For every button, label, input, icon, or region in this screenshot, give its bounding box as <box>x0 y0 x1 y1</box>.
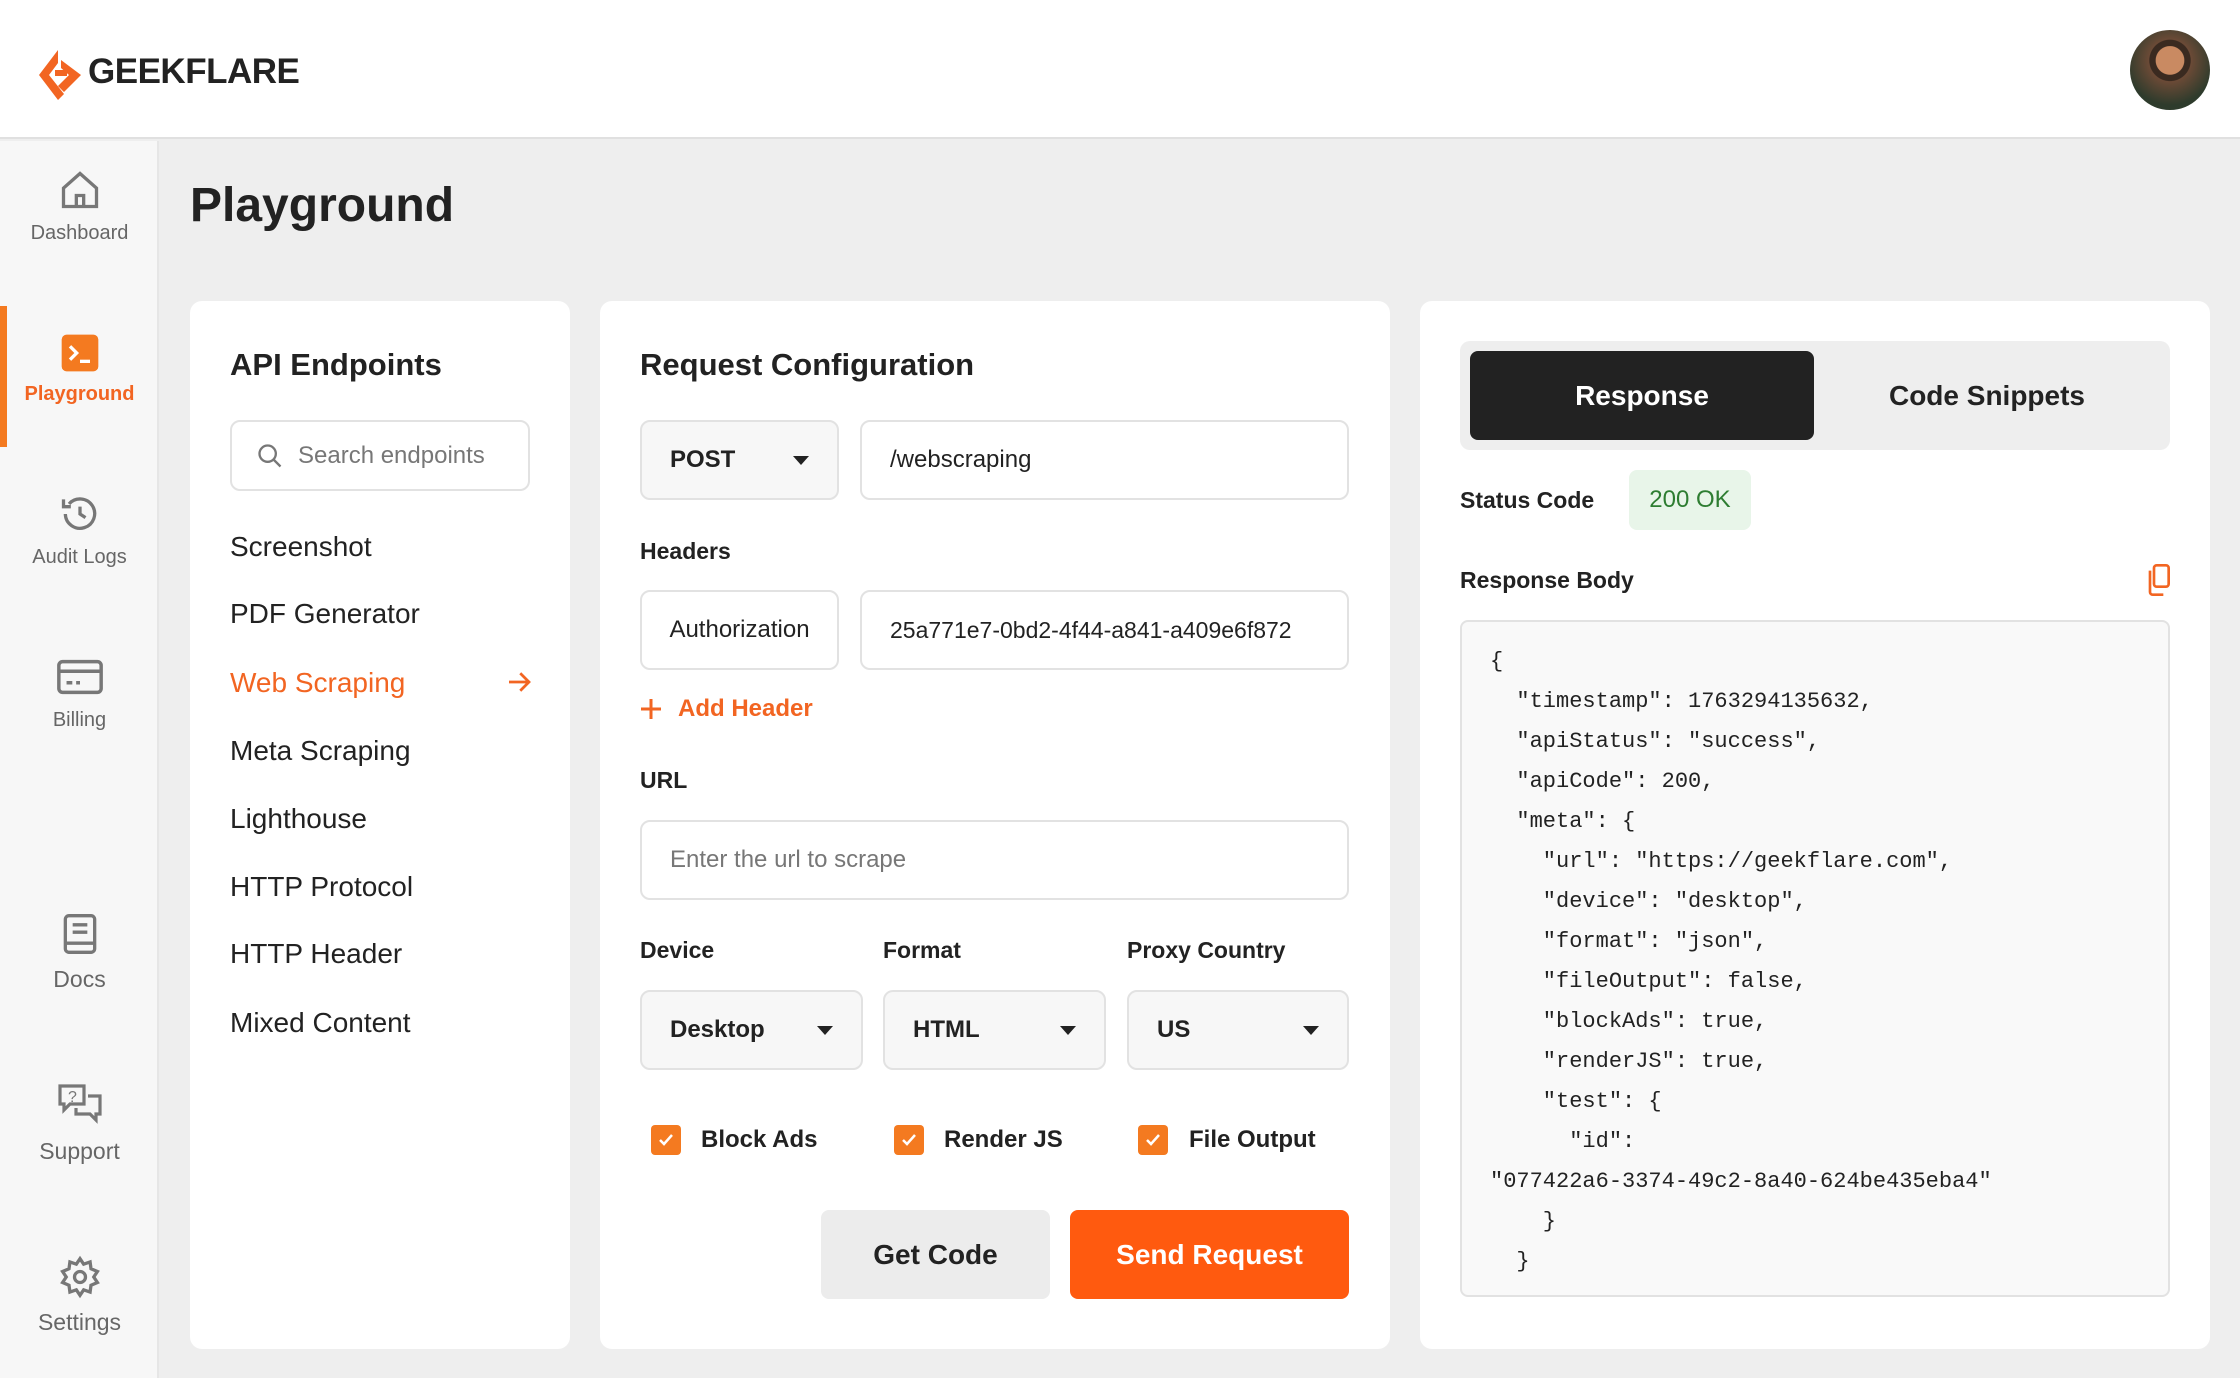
sidebar-item-label: Audit Logs <box>32 546 127 568</box>
proxy-label: Proxy Country <box>1127 937 1285 964</box>
method-select[interactable]: POST <box>640 420 839 500</box>
status-code-label: Status Code <box>1460 487 1594 514</box>
endpoint-item[interactable]: PDF Generator <box>230 598 420 630</box>
sidebar-item-billing[interactable]: Billing <box>0 655 159 732</box>
device-value: Desktop <box>670 1016 765 1044</box>
header-key-input[interactable]: Authorization <box>640 590 839 670</box>
response-body-code: { "timestamp": 1763294135632, "apiStatus… <box>1490 642 2168 1282</box>
sidebar-item-support[interactable]: ? Support <box>0 1080 159 1165</box>
search-placeholder: Search endpoints <box>298 442 485 470</box>
brand-name[interactable]: GEEKFLARE <box>88 52 299 92</box>
path-value: /webscraping <box>890 446 1031 474</box>
sidebar-item-dashboard[interactable]: Dashboard <box>0 168 159 245</box>
sidebar-item-settings[interactable]: Settings <box>0 1255 159 1336</box>
format-label: Format <box>883 937 961 964</box>
sidebar-item-playground[interactable]: Playground <box>0 333 159 406</box>
add-header-label: Add Header <box>678 695 813 723</box>
top-bar: GEEKFLARE <box>0 0 2240 139</box>
response-body-box: { "timestamp": 1763294135632, "apiStatus… <box>1460 620 2170 1297</box>
header-value: 25a771e7-0bd2-4f44-a841-a409e6f872 <box>890 617 1292 644</box>
endpoints-title: API Endpoints <box>230 347 442 383</box>
endpoint-item[interactable]: Mixed Content <box>230 1007 411 1039</box>
user-avatar[interactable] <box>2130 30 2210 110</box>
sidebar-item-docs[interactable]: Docs <box>0 912 159 993</box>
format-value: HTML <box>913 1016 980 1044</box>
render-js-checkbox[interactable] <box>894 1125 924 1155</box>
check-icon <box>1143 1130 1163 1150</box>
file-output-checkbox[interactable] <box>1138 1125 1168 1155</box>
chat-help-icon: ? <box>56 1080 104 1128</box>
endpoint-item-active[interactable]: Web Scraping <box>230 667 405 699</box>
proxy-value: US <box>1157 1016 1190 1044</box>
get-code-button[interactable]: Get Code <box>821 1210 1050 1299</box>
sidebar-item-label: Support <box>39 1138 120 1164</box>
chevron-down-icon <box>1303 1026 1319 1035</box>
endpoint-item[interactable]: HTTP Protocol <box>230 871 413 903</box>
geekflare-logo-icon <box>31 48 85 102</box>
sidebar-item-label: Docs <box>53 966 105 992</box>
url-label: URL <box>640 767 687 794</box>
block-ads-label: Block Ads <box>701 1126 817 1154</box>
tab-response[interactable]: Response <box>1470 351 1814 440</box>
terminal-icon <box>60 333 100 373</box>
format-select[interactable]: HTML <box>883 990 1106 1070</box>
endpoints-card: API Endpoints Search endpoints Screensho… <box>190 301 570 1349</box>
header-key-value: Authorization <box>669 616 809 644</box>
plus-icon <box>640 698 662 720</box>
add-header-button[interactable]: Add Header <box>640 695 813 723</box>
check-icon <box>656 1130 676 1150</box>
header-value-input[interactable]: 25a771e7-0bd2-4f44-a841-a409e6f872 <box>860 590 1349 670</box>
tab-code-snippets[interactable]: Code Snippets <box>1814 351 2160 440</box>
copy-icon[interactable] <box>2144 564 2172 596</box>
endpoint-item[interactable]: Meta Scraping <box>230 735 411 767</box>
request-title: Request Configuration <box>640 347 974 383</box>
response-card: Response Code Snippets Status Code 200 O… <box>1420 301 2210 1349</box>
response-body-label: Response Body <box>1460 567 1634 594</box>
chevron-down-icon <box>817 1026 833 1035</box>
method-value: POST <box>670 446 735 474</box>
headers-label: Headers <box>640 538 731 565</box>
file-output-label: File Output <box>1189 1126 1316 1154</box>
render-js-label: Render JS <box>944 1126 1063 1154</box>
sidebar-item-label: Billing <box>53 709 106 731</box>
sidebar-item-label: Playground <box>24 383 134 405</box>
check-icon <box>899 1130 919 1150</box>
request-card: Request Configuration POST /webscraping … <box>600 301 1390 1349</box>
block-ads-checkbox[interactable] <box>651 1125 681 1155</box>
response-tabs: Response Code Snippets <box>1460 341 2170 450</box>
path-input[interactable]: /webscraping <box>860 420 1349 500</box>
endpoint-item[interactable]: Screenshot <box>230 531 372 563</box>
chevron-down-icon <box>793 456 809 465</box>
status-badge: 200 OK <box>1629 470 1751 530</box>
send-request-button[interactable]: Send Request <box>1070 1210 1349 1299</box>
sidebar-item-audit-logs[interactable]: Audit Logs <box>0 492 159 569</box>
url-input[interactable]: Enter the url to scrape <box>640 820 1349 900</box>
endpoint-item[interactable]: Lighthouse <box>230 803 367 835</box>
credit-card-icon <box>55 655 105 699</box>
svg-text:?: ? <box>68 1089 77 1106</box>
device-label: Device <box>640 937 714 964</box>
chevron-down-icon <box>1060 1026 1076 1035</box>
gear-icon <box>58 1255 102 1299</box>
arrow-right-icon <box>504 667 534 697</box>
page-title: Playground <box>190 178 454 233</box>
search-icon <box>256 442 284 470</box>
url-placeholder: Enter the url to scrape <box>670 846 906 874</box>
home-icon <box>58 168 102 212</box>
history-icon <box>58 492 102 536</box>
document-icon <box>58 912 102 956</box>
endpoint-item[interactable]: HTTP Header <box>230 938 402 970</box>
sidebar <box>0 141 159 1378</box>
device-select[interactable]: Desktop <box>640 990 863 1070</box>
sidebar-item-label: Dashboard <box>31 222 129 244</box>
sidebar-item-label: Settings <box>38 1309 121 1335</box>
search-input[interactable]: Search endpoints <box>230 420 530 491</box>
proxy-select[interactable]: US <box>1127 990 1349 1070</box>
